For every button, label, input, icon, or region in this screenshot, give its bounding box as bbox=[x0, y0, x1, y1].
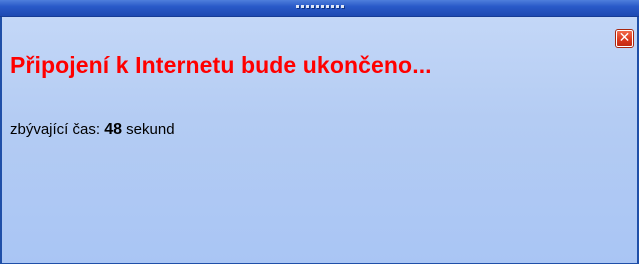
remaining-time-label: zbývající čas: bbox=[10, 121, 101, 138]
notification-window: ✕ Připojení k Internetu bude ukončeno...… bbox=[0, 0, 639, 264]
close-button[interactable]: ✕ bbox=[615, 29, 634, 48]
disconnect-headline: Připojení k Internetu bude ukončeno... bbox=[10, 52, 432, 78]
remaining-time: zbývající čas: 48 sekund bbox=[10, 121, 175, 139]
title-bar[interactable] bbox=[0, 0, 639, 17]
remaining-time-value: 48 bbox=[104, 121, 122, 138]
drag-grip-icon[interactable] bbox=[295, 5, 344, 8]
close-icon: ✕ bbox=[618, 30, 631, 46]
remaining-time-unit: sekund bbox=[126, 121, 175, 138]
